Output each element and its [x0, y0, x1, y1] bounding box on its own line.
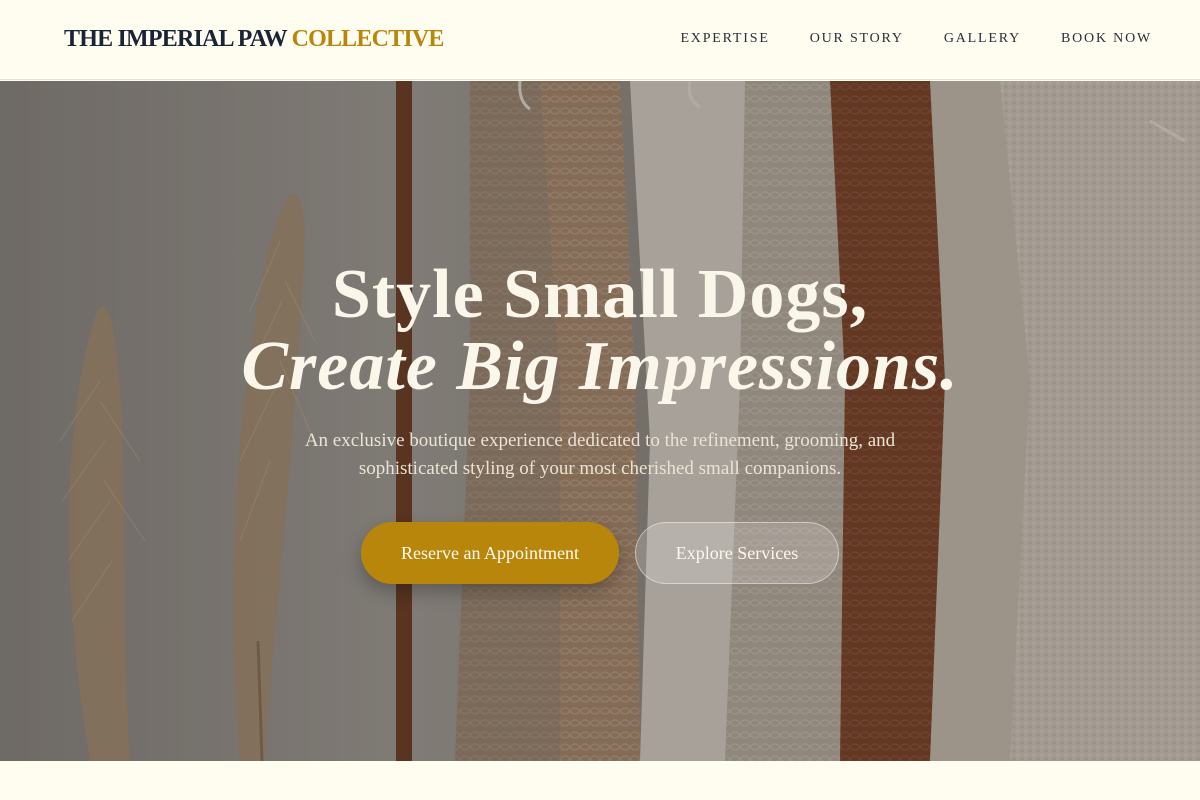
hero-dark-overlay	[0, 81, 1200, 761]
hero-section: Style Small Dogs, Create Big Impressions…	[0, 81, 1200, 761]
nav-gallery[interactable]: GALLERY	[944, 31, 1021, 47]
hero-subtitle: An exclusive boutique experience dedicat…	[304, 430, 896, 479]
reserve-appointment-button[interactable]: Reserve an Appointment	[361, 522, 619, 584]
main-nav: EXPERTISE OUR STORY GALLERY BOOK NOW	[680, 31, 1152, 47]
nav-expertise[interactable]: EXPERTISE	[680, 31, 769, 47]
next-section-edge	[0, 761, 1200, 800]
brand-logo[interactable]: THE IMPERIAL PAW COLLECTIVE	[64, 26, 444, 53]
brand-accent: COLLECTIVE	[291, 26, 445, 52]
nav-our-story[interactable]: OUR STORY	[810, 31, 904, 47]
headline-line-1: Style Small Dogs,	[331, 256, 869, 333]
brand-name: THE IMPERIAL PAW	[64, 26, 287, 52]
headline-line-2: Create Big Impressions.	[241, 328, 959, 405]
nav-book-now[interactable]: BOOK NOW	[1061, 31, 1152, 47]
top-navigation-bar: THE IMPERIAL PAW COLLECTIVE EXPERTISE OU…	[0, 0, 1200, 80]
explore-services-button[interactable]: Explore Services	[635, 522, 839, 584]
hero-headline: Style Small Dogs, Create Big Impressions…	[0, 259, 1200, 403]
